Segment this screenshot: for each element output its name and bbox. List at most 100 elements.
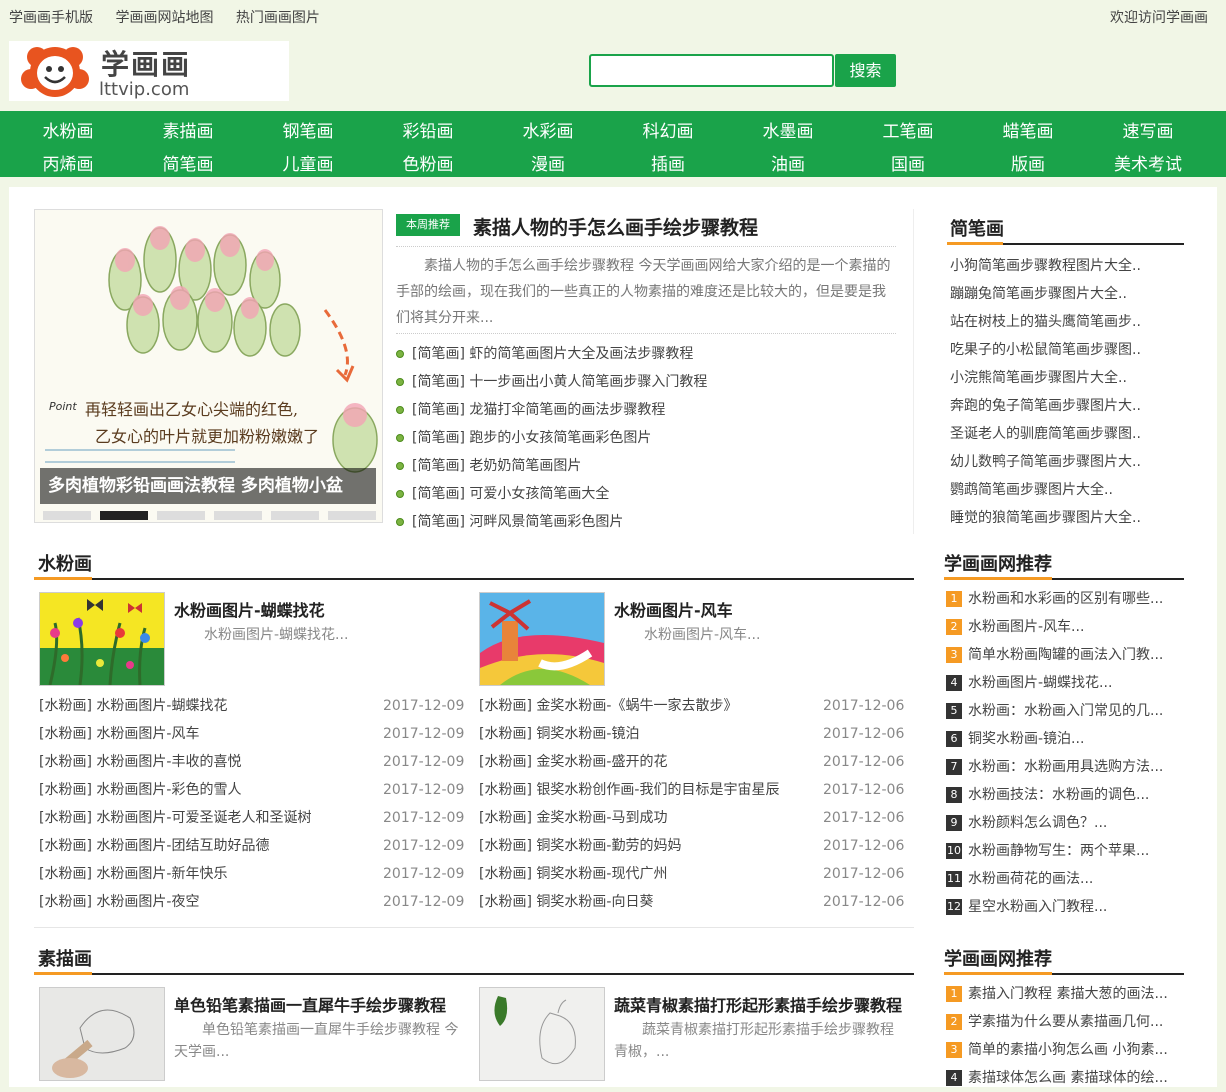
item-category[interactable]: [简笔画] <box>412 346 465 362</box>
item-category[interactable]: [水粉画] <box>39 866 92 882</box>
recommend-list-item[interactable]: 7 水粉画：水粉画用具选购方法... <box>946 753 1186 781</box>
nav-item[interactable]: 简笔画 <box>148 150 228 175</box>
sidebar-list-item[interactable]: 小浣熊简笔画步骤图片大全.. <box>950 364 1190 392</box>
nav-item[interactable]: 速写画 <box>1108 117 1188 142</box>
sidebar-list-item[interactable]: 吃果子的小松鼠简笔画步骤图.. <box>950 336 1190 364</box>
slide-dot[interactable] <box>214 511 262 520</box>
item-title[interactable]: 铜奖水粉画-镜泊 <box>536 726 639 742</box>
nav-item[interactable]: 国画 <box>868 150 948 175</box>
item-category[interactable]: [水粉画] <box>479 894 532 910</box>
hot-pictures-link[interactable]: 热门画画图片 <box>236 10 320 26</box>
nav-item[interactable]: 水彩画 <box>508 117 588 142</box>
sidebar-list-item[interactable]: 站在树枝上的猫头鹰简笔画步.. <box>950 308 1190 336</box>
shuifen-list-item[interactable]: [水粉画] 金奖水粉画-马到成功 <box>479 804 667 832</box>
item-title[interactable]: 水粉画图片-彩色的雪人 <box>96 782 241 798</box>
shuifen-list-item[interactable]: [水粉画] 水粉画图片-新年快乐 <box>39 860 227 888</box>
item-title[interactable]: 铜奖水粉画-勤劳的妈妈 <box>536 838 681 854</box>
item-category[interactable]: [简笔画] <box>412 402 465 418</box>
sidebar-list-item[interactable]: 睡觉的狼简笔画步骤图片大全.. <box>950 504 1190 532</box>
recommend-list-item[interactable]: 9 水粉颜料怎么调色？... <box>946 809 1186 837</box>
item-category[interactable]: [简笔画] <box>412 514 465 530</box>
item-title[interactable]: 虾的简笔画图片大全及画法步骤教程 <box>469 346 693 362</box>
item-category[interactable]: [简笔画] <box>412 374 465 390</box>
nav-item[interactable]: 美术考试 <box>1108 150 1188 175</box>
featured-list-item[interactable]: [简笔画] 虾的简笔画图片大全及画法步骤教程 <box>396 340 906 368</box>
item-title[interactable]: 金奖水粉画-盛开的花 <box>536 754 667 770</box>
shuifen-list-item[interactable]: [水粉画] 金奖水粉画-盛开的花 <box>479 748 667 776</box>
item-title[interactable]: 铜奖水粉画-现代广州 <box>536 866 667 882</box>
shuifen-card-title[interactable]: 水粉画图片-蝴蝶找花 <box>174 597 325 621</box>
nav-item[interactable]: 科幻画 <box>628 117 708 142</box>
recommend-list-item[interactable]: 11 水粉画荷花的画法... <box>946 865 1186 893</box>
shuifen-list-item[interactable]: [水粉画] 银奖水粉创作画-我们的目标是宇宙星辰 <box>479 776 779 804</box>
sumiao-card-title[interactable]: 单色铅笔素描画一直犀牛手绘步骤教程 <box>174 992 446 1016</box>
slide-dot[interactable] <box>271 511 319 520</box>
shuifen-list-item[interactable]: [水粉画] 铜奖水粉画-向日葵 <box>479 888 653 916</box>
site-logo[interactable]: 学画画 lttvip.com <box>9 41 289 101</box>
item-title[interactable]: 跑步的小女孩简笔画彩色图片 <box>469 430 651 446</box>
item-category[interactable]: [水粉画] <box>39 838 92 854</box>
nav-item[interactable]: 插画 <box>628 150 708 175</box>
nav-item[interactable]: 水粉画 <box>28 117 108 142</box>
item-category[interactable]: [水粉画] <box>479 726 532 742</box>
recommend-list-item[interactable]: 8 水粉画技法：水粉画的调色... <box>946 781 1186 809</box>
search-button[interactable]: 搜索 <box>835 54 896 87</box>
item-title[interactable]: 水粉画图片-丰收的喜悦 <box>96 754 241 770</box>
recommend-list-item[interactable]: 4 水粉画图片-蝴蝶找花... <box>946 669 1186 697</box>
nav-item[interactable]: 蜡笔画 <box>988 117 1068 142</box>
nav-item[interactable]: 工笔画 <box>868 117 948 142</box>
sumiao-card-thumb[interactable] <box>479 987 605 1081</box>
item-title[interactable]: 水粉画：水粉画用具选购方法... <box>968 759 1163 775</box>
nav-item[interactable]: 丙烯画 <box>28 150 108 175</box>
item-title[interactable]: 水粉画图片-蝴蝶找花 <box>96 698 227 714</box>
item-title[interactable]: 可爱小女孩简笔画大全 <box>469 486 609 502</box>
recommend-list-item[interactable]: 3 简单的素描小狗怎么画 小狗素... <box>946 1036 1186 1064</box>
item-title[interactable]: 水粉画图片-团结互助好品德 <box>96 838 269 854</box>
item-category[interactable]: [水粉画] <box>479 698 532 714</box>
sumiao-card-thumb[interactable] <box>39 987 165 1081</box>
item-category[interactable]: [水粉画] <box>479 810 532 826</box>
nav-item[interactable]: 钢笔画 <box>268 117 348 142</box>
item-title[interactable]: 素描球体怎么画 素描球体的绘... <box>968 1070 1168 1086</box>
item-title[interactable]: 水粉颜料怎么调色？... <box>968 815 1107 831</box>
item-category[interactable]: [水粉画] <box>479 782 532 798</box>
nav-item[interactable]: 油画 <box>748 150 828 175</box>
recommend-list-item[interactable]: 10 水粉画静物写生：两个苹果... <box>946 837 1186 865</box>
recommend-list-item[interactable]: 12 星空水粉画入门教程... <box>946 893 1186 921</box>
featured-list-item[interactable]: [简笔画] 十一步画出小黄人简笔画步骤入门教程 <box>396 368 906 396</box>
shuifen-list-item[interactable]: [水粉画] 水粉画图片-丰收的喜悦 <box>39 748 241 776</box>
featured-list-item[interactable]: [简笔画] 可爱小女孩简笔画大全 <box>396 480 906 508</box>
nav-item[interactable]: 漫画 <box>508 150 588 175</box>
item-title[interactable]: 铜奖水粉画-镜泊... <box>968 731 1084 747</box>
item-title[interactable]: 金奖水粉画-《蜗牛一家去散步》 <box>536 698 737 714</box>
slide-caption[interactable]: 多肉植物彩铅画画法教程 多肉植物小盆 <box>40 468 376 504</box>
recommend-list-item[interactable]: 5 水粉画：水粉画入门常见的几... <box>946 697 1186 725</box>
item-category[interactable]: [简笔画] <box>412 430 465 446</box>
item-category[interactable]: [水粉画] <box>39 810 92 826</box>
sitemap-link[interactable]: 学画画网站地图 <box>115 10 213 26</box>
sidebar-list-item[interactable]: 幼儿数鸭子简笔画步骤图片大.. <box>950 448 1190 476</box>
nav-item[interactable]: 彩铅画 <box>388 117 468 142</box>
item-category[interactable]: [水粉画] <box>39 782 92 798</box>
recommend-list-item[interactable]: 1 水粉画和水彩画的区别有哪些... <box>946 585 1186 613</box>
item-title[interactable]: 水粉画荷花的画法... <box>968 871 1093 887</box>
nav-item[interactable]: 版画 <box>988 150 1068 175</box>
recommend-list-item[interactable]: 6 铜奖水粉画-镜泊... <box>946 725 1186 753</box>
item-category[interactable]: [水粉画] <box>39 894 92 910</box>
sidebar-list-item[interactable]: 圣诞老人的驯鹿简笔画步骤图.. <box>950 420 1190 448</box>
item-title[interactable]: 龙猫打伞简笔画的画法步骤教程 <box>469 402 665 418</box>
shuifen-list-item[interactable]: [水粉画] 金奖水粉画-《蜗牛一家去散步》 <box>479 692 737 720</box>
item-title[interactable]: 河畔风景简笔画彩色图片 <box>469 514 623 530</box>
recommend-list-item[interactable]: 2 水粉画图片-风车... <box>946 613 1186 641</box>
slide-dot[interactable] <box>100 511 148 520</box>
slide-dot[interactable] <box>43 511 91 520</box>
item-title[interactable]: 水粉画图片-夜空 <box>96 894 199 910</box>
item-title[interactable]: 水粉画图片-新年快乐 <box>96 866 227 882</box>
item-title[interactable]: 素描入门教程 素描大葱的画法... <box>968 986 1168 1002</box>
shuifen-list-item[interactable]: [水粉画] 铜奖水粉画-勤劳的妈妈 <box>479 832 681 860</box>
slide-dot[interactable] <box>328 511 376 520</box>
featured-slideshow[interactable]: 再轻轻画出乙女心尖端的红色, 乙女心的叶片就更加粉粉嫩嫩了 Point 多肉植物… <box>34 209 383 523</box>
shuifen-list-item[interactable]: [水粉画] 水粉画图片-蝴蝶找花 <box>39 692 227 720</box>
item-title[interactable]: 水粉画技法：水粉画的调色... <box>968 787 1149 803</box>
shuifen-list-item[interactable]: [水粉画] 水粉画图片-可爱圣诞老人和圣诞树 <box>39 804 311 832</box>
